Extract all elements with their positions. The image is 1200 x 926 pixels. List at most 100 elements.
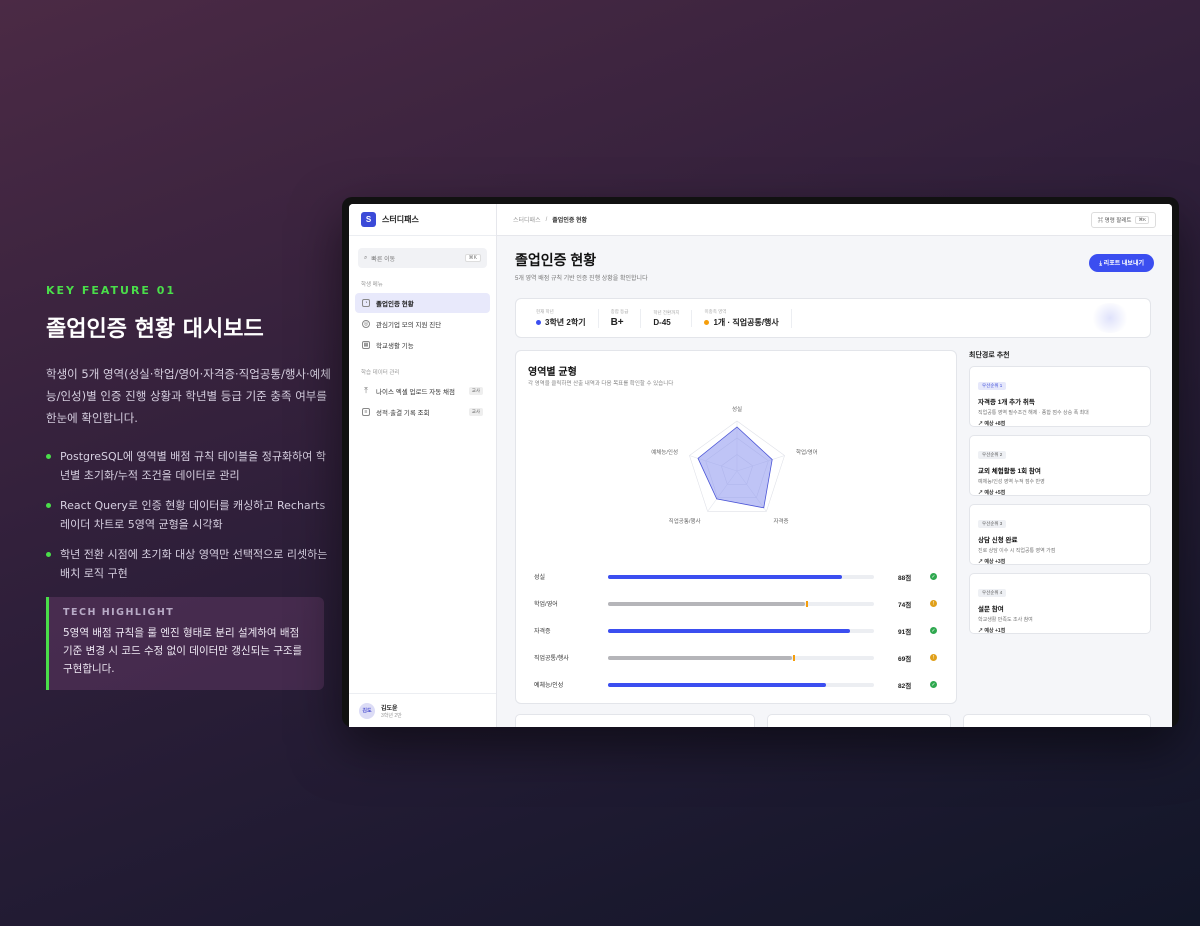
search-input[interactable]: ⌕ 빠른 이동 ⌘K xyxy=(358,248,487,268)
radar-axis-label[interactable]: 학업/영어 xyxy=(796,448,818,456)
recommendation-desc: 학교생활 만족도 조사 참여 xyxy=(978,617,1033,623)
radar-axis-label[interactable]: 성실 xyxy=(732,405,742,413)
recommendation-effect: ↗ 예상 +1점 xyxy=(978,628,1006,634)
priority-badge: 우선순위 3 xyxy=(978,520,1007,528)
radar-axis-label[interactable]: 자격증 xyxy=(773,517,788,525)
topbar: 스터디패스 / 졸업인증 현황 ⌘ 명령 팔레트 ⌘K xyxy=(497,204,1172,236)
summary-label: 현재 학년 xyxy=(536,308,554,314)
warning-icon: ! xyxy=(930,654,937,661)
page-header: 졸업인증 현황 5개 영역 배점 규칙 기반 인증 진행 상황을 확인합니다 ⤓… xyxy=(515,250,1154,282)
score-row[interactable]: 예체능/인성 82점 ✓ xyxy=(534,671,942,698)
priority-badge: 우선순위 2 xyxy=(978,451,1007,459)
logo-icon: S xyxy=(361,212,376,227)
feature-bullet: PostgreSQL에 영역별 배점 규칙 테이블을 정규화하여 학년별 초기화… xyxy=(46,447,331,485)
status-dot xyxy=(536,319,541,325)
command-palette-label: ⌘ 명령 팔레트 xyxy=(1097,217,1132,224)
score-row[interactable]: 자격증 91점 ✓ xyxy=(534,617,942,644)
score-value: 88점 xyxy=(898,574,912,582)
bottom-card xyxy=(515,714,755,727)
user-profile[interactable]: 김도 김도윤 3학년 2반 xyxy=(349,693,496,727)
summary-label: 학년 전환까지 xyxy=(653,309,680,315)
summary-label: 미충족 영역 xyxy=(704,308,727,314)
summary-label: 종합 등급 xyxy=(610,308,629,314)
command-palette-button[interactable]: ⌘ 명령 팔레트 ⌘K xyxy=(1090,211,1156,228)
target-marker xyxy=(792,654,795,661)
sidebar-item-graduation[interactable]: ◔ 졸업인증 현황 xyxy=(355,293,490,313)
recommendation-heading: 자격증 1개 추가 취득 xyxy=(978,399,1035,406)
feature-kicker: KEY FEATURE 01 xyxy=(46,284,177,297)
calendar-icon: ▦ xyxy=(362,341,370,349)
summary-item: 학년 전환까지 D-45 xyxy=(653,309,693,327)
summary-value: 3학년 2학기 xyxy=(545,317,586,327)
user-name: 김도윤 xyxy=(381,705,398,712)
radar-axis-label[interactable]: 직업공통/행사 xyxy=(669,517,701,525)
sidebar-item-label: 나이스 엑셀 업로드 자동 채점 xyxy=(376,389,455,396)
nav-section-label: 학습 데이터 관리 xyxy=(361,370,400,376)
recommendation-panel: 최단경로 추천 우선순위 1 자격증 1개 추가 취득 직업공통 영역 필수조건… xyxy=(969,350,1151,642)
breadcrumb-current: 졸업인증 현황 xyxy=(552,218,588,224)
priority-badge: 우선순위 4 xyxy=(978,589,1007,597)
summary-item: 현재 학년 3학년 2학기 xyxy=(536,308,599,328)
summary-bar: 현재 학년 3학년 2학기 종합 등급 B+ 학년 전환까지 D-45 미충족 … xyxy=(515,298,1151,338)
radar-series-area[interactable] xyxy=(697,426,773,509)
recommendation-desc: 진로 상담 이수 시 직업공통 영역 가점 xyxy=(978,548,1056,554)
score-value: 74점 xyxy=(898,601,912,609)
score-track xyxy=(608,574,874,579)
score-row[interactable]: 성실 88점 ✓ xyxy=(534,563,942,590)
avatar: 김도 xyxy=(359,702,375,719)
score-bar xyxy=(608,628,851,633)
tech-highlight-body: 5영역 배점 규칙을 룰 엔진 형태로 분리 설계하여 배점 기준 변경 시 코… xyxy=(63,627,303,675)
recommendation-effect: ↗ 예상 +8점 xyxy=(978,421,1006,427)
brand-name: 스터디패스 xyxy=(382,215,419,224)
upload-icon: ⤒ xyxy=(364,386,368,395)
summary-item: 종합 등급 B+ xyxy=(610,308,642,328)
brand-row[interactable]: S 스터디패스 xyxy=(349,204,496,236)
balance-card: 영역별 균형 각 영역을 클릭하면 산출 내역과 다음 목표를 확인할 수 있습… xyxy=(515,350,957,704)
recommendation-card[interactable]: 우선순위 4 설문 참여 학교생활 만족도 조사 참여 ↗ 예상 +1점 xyxy=(969,573,1151,634)
target-icon: ◎ xyxy=(362,320,370,328)
sidebar-item-neis-upload[interactable]: ⤒ 나이스 엑셀 업로드 자동 채점 교사 xyxy=(355,381,490,401)
export-report-button[interactable]: ⤓ 리포트 내보내기 xyxy=(1089,254,1154,272)
sidebar-item-company[interactable]: ◎ 관심기업 모의 지원 진단 xyxy=(355,314,490,334)
recommendation-effect: ↗ 예상 +5점 xyxy=(978,490,1006,496)
command-palette-shortcut: ⌘K xyxy=(1135,215,1149,224)
feature-headline: 졸업인증 현황 대시보드 xyxy=(46,317,264,342)
score-label: 예체능/인성 xyxy=(534,683,564,689)
breadcrumb-separator: / xyxy=(545,216,548,223)
recommendation-desc: 직업공통 영역 필수조건 해제 · 종합 점수 상승 폭 최대 xyxy=(978,410,1089,416)
score-row[interactable]: 학업/영어 74점! xyxy=(534,590,942,617)
sidebar-item-label: 관심기업 모의 지원 진단 xyxy=(376,322,442,329)
score-bar xyxy=(608,574,843,579)
tech-highlight-title: TECH HIGHLIGHT xyxy=(63,607,175,618)
score-row[interactable]: 직업공통/행사 69점! xyxy=(534,644,942,671)
app-screen: S 스터디패스 ⌕ 빠른 이동 ⌘K 학생 메뉴 ◔ 졸업인증 현황 ◎ 관심기… xyxy=(349,204,1172,727)
summary-item: 미충족 영역 1개 · 직업공통/행사 xyxy=(704,308,792,328)
score-value: 91점 xyxy=(898,628,912,636)
search-shortcut: ⌘K xyxy=(464,254,481,262)
tech-highlight: TECH HIGHLIGHT 5영역 배점 규칙을 룰 엔진 형태로 분리 설계… xyxy=(46,597,324,690)
user-grade: 3학년 2반 xyxy=(381,712,402,719)
balance-subtitle: 각 영역을 클릭하면 산출 내역과 다음 목표를 확인할 수 있습니다 xyxy=(528,381,674,387)
sidebar-item-label: 졸업인증 현황 xyxy=(376,301,414,308)
sidebar: S 스터디패스 ⌕ 빠른 이동 ⌘K 학생 메뉴 ◔ 졸업인증 현황 ◎ 관심기… xyxy=(349,204,497,727)
score-track xyxy=(608,600,874,607)
recommendation-desc: 예체능/인성 영역 누적 점수 반영 xyxy=(978,479,1045,485)
breadcrumb-root[interactable]: 스터디패스 xyxy=(513,215,541,224)
radar-axis-label[interactable]: 예체능/인성 xyxy=(651,448,678,456)
recommendation-card[interactable]: 우선순위 2 교외 체험활동 1회 참여 예체능/인성 영역 누적 점수 반영 … xyxy=(969,435,1151,496)
recommendation-card[interactable]: 우선순위 3 상담 신청 완료 진로 상담 이수 시 직업공통 영역 가점 ↗ … xyxy=(969,504,1151,565)
sidebar-item-records[interactable]: ≡ 성적·출결 기록 조회 교사 xyxy=(355,402,490,422)
main-content: 스터디패스 / 졸업인증 현황 ⌘ 명령 팔레트 ⌘K 졸업인증 현황 5개 영… xyxy=(497,204,1172,727)
bottom-cards xyxy=(515,714,1151,727)
sidebar-item-label: 학교생활 기능 xyxy=(376,343,414,350)
score-value: 82점 xyxy=(898,682,912,690)
priority-badge: 우선순위 1 xyxy=(978,382,1007,390)
sidebar-item-label: 성적·출결 기록 조회 xyxy=(376,410,430,417)
document-icon: ≡ xyxy=(362,408,370,416)
radar-chart[interactable]: 성실학업/영어자격증 직업공통/행사 예체능/인성 xyxy=(516,401,958,533)
recommendation-card[interactable]: 우선순위 1 자격증 1개 추가 취득 직업공통 영역 필수조건 해제 · 종합… xyxy=(969,366,1151,427)
feature-panel: KEY FEATURE 01 졸업인증 현황 대시보드 학생이 5개 영역(성실… xyxy=(46,284,331,690)
recommendation-effect: ↗ 예상 +3점 xyxy=(978,559,1006,565)
sidebar-item-school-life[interactable]: ▦ 학교생활 기능 xyxy=(355,335,490,355)
summary-value: B+ xyxy=(610,316,624,328)
